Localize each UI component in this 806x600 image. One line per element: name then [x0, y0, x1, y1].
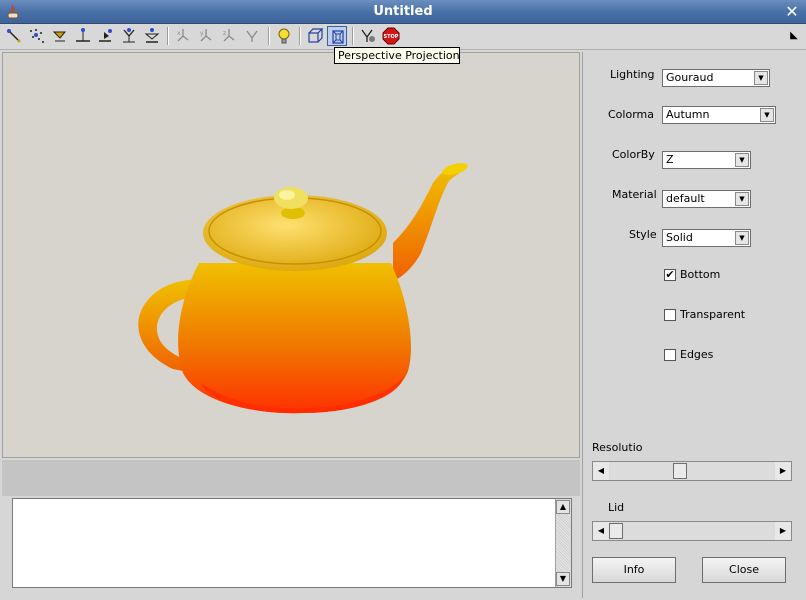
toolbar-separator — [268, 27, 270, 45]
svg-text:x: x — [177, 30, 181, 37]
teapot-render — [138, 163, 468, 414]
material-label: Material — [612, 188, 657, 201]
select-tool-icon[interactable] — [119, 26, 139, 46]
toolbar-separator — [167, 27, 169, 45]
settings-panel — [582, 52, 804, 598]
colorby-label: ColorBy — [612, 148, 655, 161]
measure-tool-icon[interactable] — [73, 26, 93, 46]
edges-label: Edges — [680, 348, 714, 361]
lid-slider[interactable]: ◀ ▶ — [592, 521, 792, 541]
view-x-icon[interactable]: x — [173, 26, 193, 46]
colormap-value: Autumn — [666, 108, 710, 121]
colormap-label: Colorma — [608, 108, 654, 121]
lighting-value: Gouraud — [666, 71, 714, 84]
lighting-label: Lighting — [610, 68, 655, 81]
perspective-projection-icon[interactable] — [327, 26, 347, 46]
view-reset-icon[interactable] — [242, 26, 262, 46]
slider-left-arrow-icon[interactable]: ◀ — [594, 463, 608, 479]
resolution-slider[interactable]: ◀ ▶ — [592, 461, 792, 481]
slider-right-arrow-icon[interactable]: ▶ — [776, 463, 790, 479]
stop-icon[interactable]: STOP — [381, 26, 401, 46]
transparent-checkbox[interactable] — [664, 309, 676, 321]
probe-tool-icon[interactable] — [142, 26, 162, 46]
slider-track — [609, 462, 775, 480]
tooltip: Perspective Projection — [334, 47, 460, 64]
view-y-icon[interactable]: y — [196, 26, 216, 46]
svg-text:y: y — [200, 30, 204, 37]
bottom-checkbox[interactable]: ✔ — [664, 269, 676, 281]
toolbar-separator — [299, 27, 301, 45]
resolution-label: Resolutio — [592, 441, 643, 454]
chevron-down-icon: ▼ — [754, 71, 768, 85]
bottom-label: Bottom — [680, 268, 721, 281]
scroll-down-arrow-icon[interactable]: ▼ — [556, 572, 570, 586]
slider-left-arrow-icon[interactable]: ◀ — [594, 523, 608, 539]
svg-text:STOP: STOP — [384, 34, 399, 40]
scroll-up-arrow-icon[interactable]: ▲ — [556, 500, 570, 514]
orthographic-projection-icon[interactable] — [305, 26, 325, 46]
console-output[interactable] — [12, 498, 572, 588]
window-title: Untitled — [373, 4, 433, 19]
style-label: Style — [629, 228, 657, 241]
colorby-value: Z — [666, 153, 674, 166]
pick-tool-icon[interactable] — [96, 26, 116, 46]
resolution-slider-thumb[interactable] — [672, 463, 687, 479]
colormap-select[interactable]: Autumn ▼ — [662, 106, 776, 124]
pan-tool-icon[interactable] — [50, 26, 70, 46]
lid-slider-thumb[interactable] — [609, 523, 623, 539]
slider-right-arrow-icon[interactable]: ▶ — [776, 523, 790, 539]
toolbar-separator — [352, 27, 354, 45]
view-z-icon[interactable]: z — [219, 26, 239, 46]
slider-track — [609, 522, 775, 540]
lid-label: Lid — [608, 501, 625, 514]
edges-checkbox[interactable] — [664, 349, 676, 361]
scatter-tool-icon[interactable] — [27, 26, 47, 46]
toolbar-overflow-button[interactable]: ◣ — [788, 30, 800, 42]
chevron-down-icon: ▼ — [760, 108, 774, 122]
lighting-select[interactable]: Gouraud ▼ — [662, 69, 770, 87]
chevron-down-icon: ▼ — [735, 231, 749, 245]
rotate-tool-icon[interactable] — [4, 26, 24, 46]
style-value: Solid — [666, 231, 693, 244]
light-bulb-icon[interactable] — [274, 26, 294, 46]
material-select[interactable]: default ▼ — [662, 190, 751, 208]
material-value: default — [666, 192, 705, 205]
3d-viewport[interactable] — [2, 52, 580, 458]
status-strip — [2, 460, 580, 496]
java-app-icon[interactable] — [5, 3, 21, 20]
colorby-select[interactable]: Z ▼ — [662, 151, 751, 169]
chevron-down-icon: ▼ — [735, 153, 749, 167]
info-button[interactable]: Info — [592, 557, 676, 583]
close-window-button[interactable]: ✕ — [782, 2, 802, 22]
svg-text:z: z — [223, 30, 226, 37]
transparent-label: Transparent — [680, 308, 746, 321]
style-select[interactable]: Solid ▼ — [662, 229, 751, 247]
chevron-down-icon: ▼ — [735, 192, 749, 206]
settings-icon[interactable] — [358, 26, 378, 46]
close-button[interactable]: Close — [702, 557, 786, 583]
